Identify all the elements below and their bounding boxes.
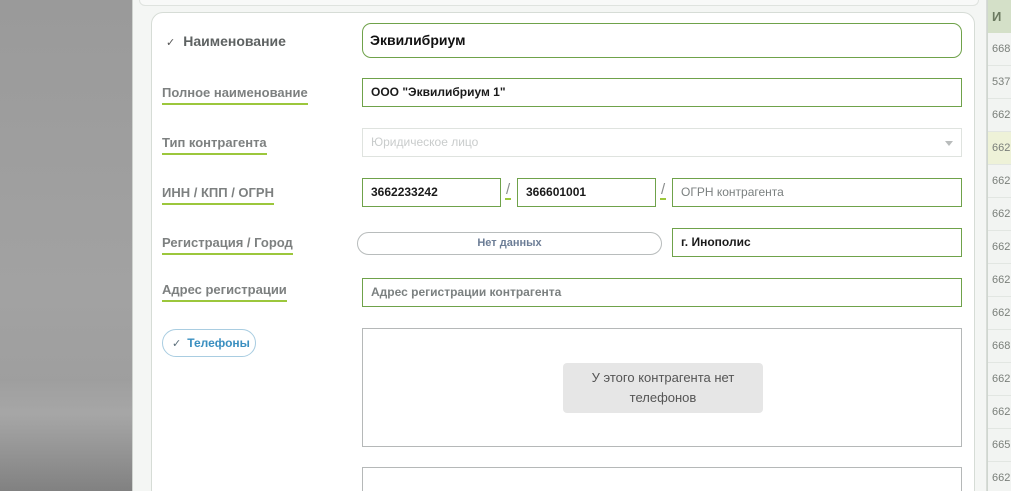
separator: / [505, 181, 512, 200]
table-row[interactable]: 662 [988, 396, 1011, 429]
desktop-background [0, 0, 132, 491]
phones-chip-label: Телефоны [187, 336, 250, 350]
type-select[interactable]: Юридическое лицо [362, 128, 962, 157]
table-row[interactable]: 665 [988, 429, 1011, 462]
table-row[interactable]: 662 [988, 165, 1011, 198]
inn-input[interactable]: 3662233242 [362, 178, 501, 207]
check-icon: ✓ [166, 37, 176, 49]
registration-button[interactable]: Нет данных [357, 232, 662, 255]
chevron-down-icon [945, 141, 953, 146]
table-row[interactable]: 662 [988, 132, 1011, 165]
type-select-value: Юридическое лицо [371, 135, 479, 149]
table-row[interactable]: 662 [988, 231, 1011, 264]
check-icon: ✓ [172, 338, 182, 350]
table-row[interactable]: 537 [988, 66, 1011, 99]
ogrn-input[interactable]: ОГРН контрагента [672, 178, 962, 207]
table-row[interactable]: 662 [988, 297, 1011, 330]
window-top-strip [139, 0, 979, 6]
phones-toggle[interactable]: ✓ Телефоны [162, 329, 256, 357]
table-row[interactable]: 668 [988, 33, 1011, 66]
table-row[interactable]: 662 [988, 363, 1011, 396]
table-row[interactable]: 662 [988, 99, 1011, 132]
registration-label: Регистрация / Город [162, 235, 293, 255]
next-section-box [362, 467, 962, 491]
table-header[interactable]: И [988, 0, 1011, 33]
separator: / [660, 181, 667, 200]
city-input[interactable]: г. Инополис [672, 228, 962, 257]
address-label: Адрес регистрации [162, 282, 287, 302]
table-row[interactable]: 662 [988, 462, 1011, 491]
ids-label: ИНН / КПП / ОГРН [162, 185, 274, 205]
name-label-text: Наименование [183, 33, 286, 49]
phones-empty-message: У этого контрагента нет телефонов [563, 363, 763, 413]
full-name-input[interactable]: ООО "Эквилибриум 1" [362, 78, 962, 107]
table-row[interactable]: 662 [988, 198, 1011, 231]
phones-list: У этого контрагента нет телефонов [362, 328, 962, 447]
address-input[interactable]: Адрес регистрации контрагента [362, 278, 962, 307]
contractors-table: И 668 537 662 662 662 662 662 662 662 66… [987, 0, 1011, 491]
type-label: Тип контрагента [162, 135, 267, 155]
full-name-label: Полное наименование [162, 85, 308, 105]
name-label[interactable]: ✓ Наименование [166, 33, 286, 49]
name-input[interactable]: Эквилибриум [362, 23, 962, 58]
kpp-input[interactable]: 366601001 [517, 178, 656, 207]
background-haze [0, 380, 132, 491]
table-row[interactable]: 662 [988, 264, 1011, 297]
table-row[interactable]: 668 [988, 330, 1011, 363]
